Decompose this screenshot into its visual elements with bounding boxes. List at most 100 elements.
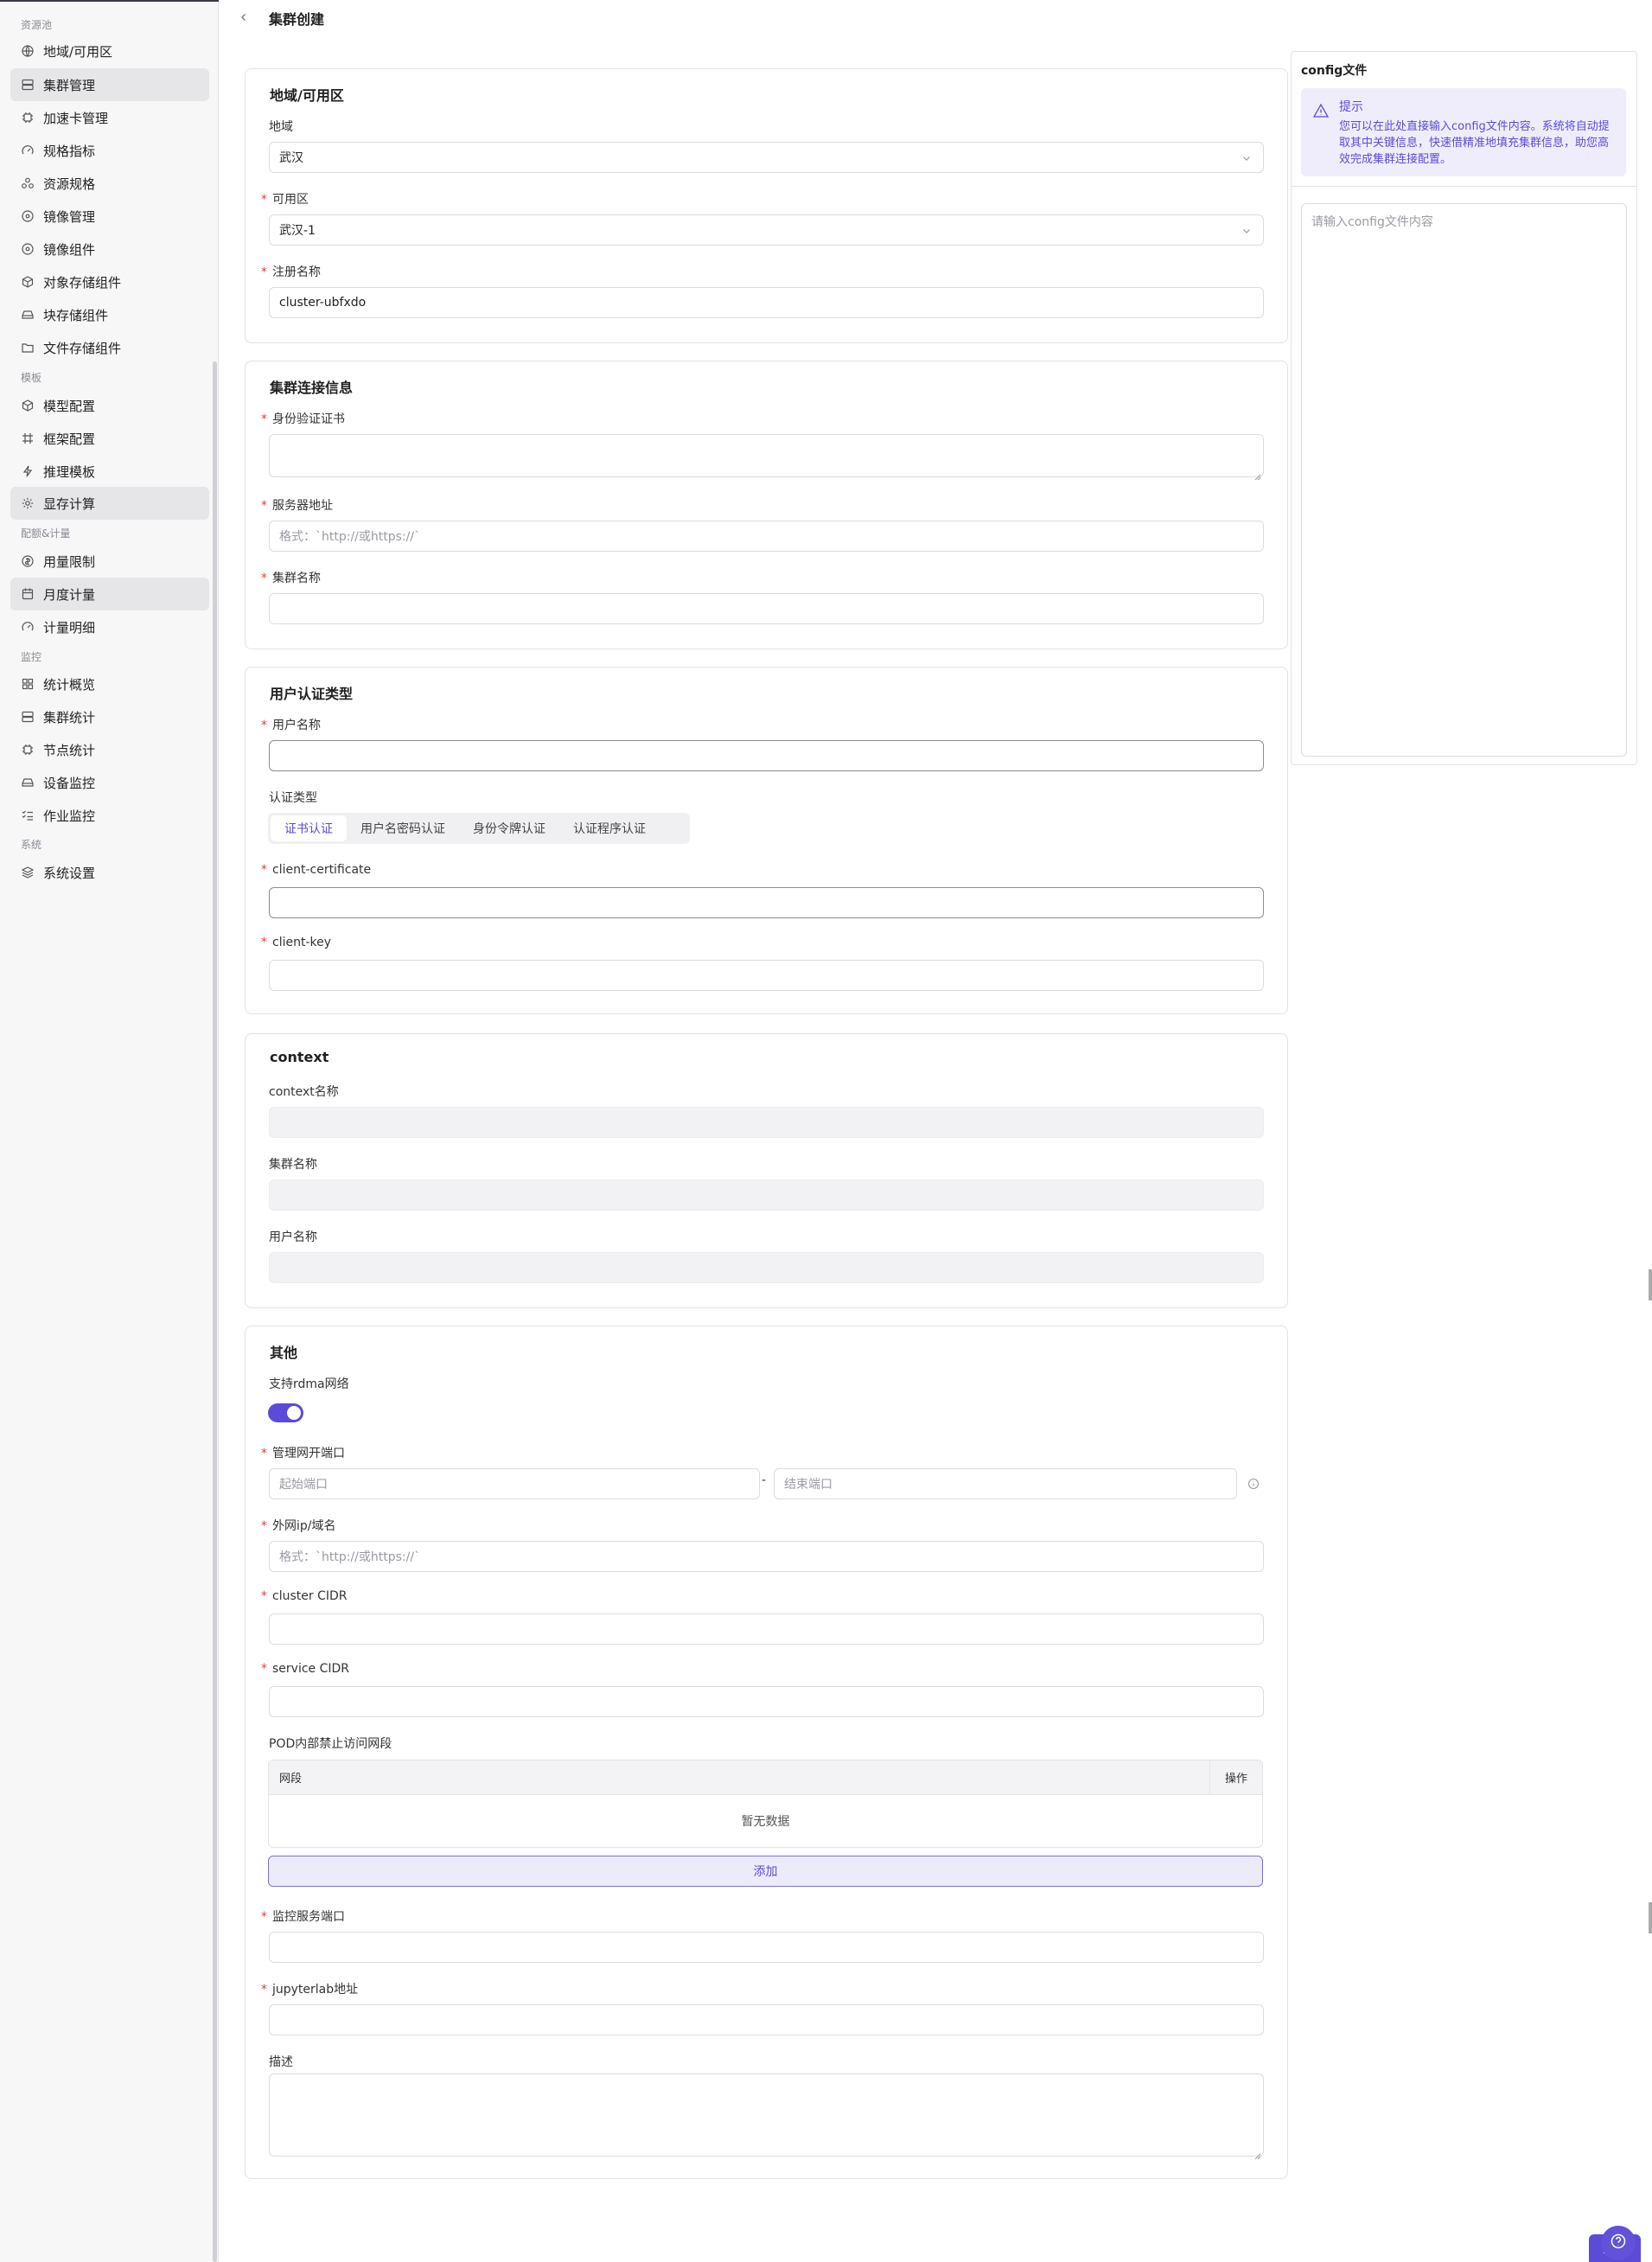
sidebar-item-usage-limit[interactable]: 用量限制 bbox=[10, 545, 209, 578]
disc-icon bbox=[21, 242, 35, 256]
monitor-port-label-text: 监控服务端口 bbox=[272, 1910, 345, 1924]
sidebar-item-vram-calc[interactable]: 显存计算 bbox=[10, 487, 209, 520]
sidebar-item-node-stats[interactable]: 节点统计 bbox=[10, 733, 209, 766]
table-header-action: 操作 bbox=[1224, 1773, 1247, 1786]
tab-exec-auth[interactable]: 认证程序认证 bbox=[559, 815, 660, 841]
sidebar-item-metering-detail[interactable]: 计量明细 bbox=[10, 610, 209, 643]
sidebar-item-job-monitor[interactable]: 作业监控 bbox=[10, 799, 209, 832]
cert-textarea[interactable] bbox=[269, 434, 1264, 481]
tasks-icon bbox=[21, 808, 35, 822]
chevron-down-icon bbox=[1241, 152, 1253, 164]
region-select[interactable]: 武汉 bbox=[269, 142, 1264, 173]
sidebar-item-label: 资源规格 bbox=[43, 176, 96, 192]
tab-password-auth[interactable]: 用户名密码认证 bbox=[347, 815, 459, 841]
sidebar: 资源池 地域/可用区 集群管理 加速卡管理 规格指标 资源规格 镜像管理 镜像组… bbox=[0, 0, 219, 2262]
gear-icon bbox=[21, 496, 35, 510]
add-segment-button[interactable]: 添加 bbox=[268, 1856, 1263, 1887]
back-button[interactable] bbox=[235, 9, 252, 26]
sidebar-item-label: 镜像组件 bbox=[43, 241, 96, 258]
username-input[interactable] bbox=[269, 740, 1264, 771]
group-label-quota: 配额&计量 bbox=[21, 527, 71, 540]
bolt-icon bbox=[21, 464, 35, 478]
info-icon[interactable] bbox=[1247, 1477, 1260, 1490]
table-header-segment: 网段 bbox=[269, 1760, 1210, 1794]
required-mark: * bbox=[261, 1910, 267, 1924]
region-card: 地域/可用区 地域 武汉 * 可用区 武汉-1 * 注册名称 cluster-ubf… bbox=[245, 68, 1288, 343]
sidebar-item-label: 加速卡管理 bbox=[43, 110, 109, 126]
sidebar-item-label: 设备监控 bbox=[43, 775, 96, 791]
sidebar-item-label: 对象存储组件 bbox=[43, 274, 122, 291]
cube-icon bbox=[21, 275, 35, 289]
cluster-name-input[interactable] bbox=[269, 593, 1264, 624]
config-file-placeholder: 请输入config文件内容 bbox=[1311, 215, 1433, 229]
rdma-toggle[interactable] bbox=[268, 1403, 303, 1422]
cluster-cidr-input[interactable] bbox=[269, 1613, 1264, 1645]
cert-label-text: 身份验证证书 bbox=[272, 412, 345, 426]
registration-name-input[interactable]: cluster-ubfxdo bbox=[269, 287, 1264, 318]
sidebar-item-cluster-management[interactable]: 集群管理 bbox=[10, 68, 209, 101]
connection-card: 集群连接信息 * 身份验证证书 * 服务器地址 格式：`http://或https:… bbox=[245, 361, 1288, 649]
zone-select[interactable]: 武汉-1 bbox=[269, 214, 1264, 246]
description-textarea[interactable] bbox=[269, 2074, 1264, 2160]
sidebar-item-monthly-metering[interactable]: 月度计量 bbox=[10, 578, 209, 610]
required-mark: * bbox=[261, 499, 267, 513]
config-tip-title: 提示 bbox=[1339, 100, 1363, 114]
chip-icon bbox=[21, 743, 35, 757]
jupyterlab-input[interactable] bbox=[269, 2004, 1264, 2035]
external-address-placeholder: 格式：`http://或https://` bbox=[279, 1550, 421, 1564]
sidebar-item-accelerator[interactable]: 加速卡管理 bbox=[10, 101, 209, 134]
sidebar-item-image-management[interactable]: 镜像管理 bbox=[10, 200, 209, 233]
sidebar-item-spec-metrics[interactable]: 规格指标 bbox=[10, 134, 209, 167]
context-user-name-label: 用户名称 bbox=[269, 1230, 317, 1244]
start-port-input[interactable]: 起始端口 bbox=[269, 1468, 760, 1499]
zone-label: * 可用区 bbox=[261, 190, 309, 208]
auth-type-segmented: 证书认证 用户名密码认证 身份令牌认证 认证程序认证 bbox=[268, 813, 690, 844]
help-button[interactable] bbox=[1601, 2226, 1636, 2260]
context-user-name-input bbox=[269, 1252, 1264, 1283]
external-address-input[interactable]: 格式：`http://或https://` bbox=[269, 1541, 1264, 1572]
other-card: 其他 支持rdma网络 * 管理网开端口 起始端口 结束端口 * 外网ip/域名 格… bbox=[245, 1326, 1288, 2179]
sidebar-item-framework-config[interactable]: 框架配置 bbox=[10, 422, 209, 455]
resource-icon bbox=[21, 176, 35, 190]
frame-icon bbox=[21, 431, 35, 445]
resize-handle-icon[interactable] bbox=[1254, 2147, 1261, 2160]
sidebar-scrollbar[interactable] bbox=[213, 361, 217, 2262]
config-file-textarea[interactable]: 请输入config文件内容 bbox=[1301, 203, 1627, 757]
resize-handle-icon[interactable] bbox=[1254, 468, 1261, 481]
sidebar-item-stats-overview[interactable]: 统计概览 bbox=[10, 668, 209, 700]
required-mark: * bbox=[261, 1983, 267, 1997]
pod-blocked-label: POD内部禁止访问网段 bbox=[269, 1737, 392, 1751]
sidebar-item-file-storage[interactable]: 文件存储组件 bbox=[10, 331, 209, 364]
tab-cert-auth[interactable]: 证书认证 bbox=[271, 815, 347, 841]
disc-icon bbox=[21, 209, 35, 223]
client-cert-input[interactable] bbox=[269, 887, 1264, 918]
sidebar-item-resource-spec[interactable]: 资源规格 bbox=[10, 167, 209, 200]
config-file-panel: config文件 提示 您可以在此处直接输入config文件内容。系统将自动提取… bbox=[1291, 51, 1637, 765]
region-card-title: 地域/可用区 bbox=[270, 87, 344, 104]
external-address-label: * 外网ip/域名 bbox=[261, 1517, 336, 1534]
page-edge-mark bbox=[1649, 1902, 1652, 1933]
client-key-input[interactable] bbox=[269, 960, 1264, 991]
end-port-input[interactable]: 结束端口 bbox=[774, 1468, 1237, 1499]
tab-token-auth[interactable]: 身份令牌认证 bbox=[459, 815, 559, 841]
auth-type-label: 认证类型 bbox=[269, 791, 317, 805]
sidebar-item-image-components[interactable]: 镜像组件 bbox=[10, 233, 209, 265]
monitor-port-input[interactable] bbox=[269, 1932, 1264, 1963]
sidebar-item-system-settings[interactable]: 系统设置 bbox=[10, 856, 209, 889]
service-cidr-input[interactable] bbox=[269, 1686, 1264, 1717]
sidebar-item-region[interactable]: 地域/可用区 bbox=[10, 35, 209, 67]
username-label: * 用户名称 bbox=[261, 716, 321, 733]
cluster-cidr-label-text: cluster CIDR bbox=[272, 1589, 348, 1603]
sidebar-item-inference-template[interactable]: 推理模板 bbox=[10, 455, 209, 488]
server-address-label: * 服务器地址 bbox=[261, 496, 333, 514]
sidebar-item-model-config[interactable]: 模型配置 bbox=[10, 389, 209, 422]
folder-icon bbox=[21, 341, 35, 355]
sidebar-item-block-storage[interactable]: 块存储组件 bbox=[10, 298, 209, 331]
required-mark: * bbox=[261, 572, 267, 585]
sidebar-item-object-storage[interactable]: 对象存储组件 bbox=[10, 265, 209, 298]
client-cert-label-text: client-certificate bbox=[272, 863, 372, 877]
server-address-input[interactable]: 格式：`http://或https://` bbox=[269, 521, 1264, 552]
sidebar-item-cluster-stats[interactable]: 集群统计 bbox=[10, 700, 209, 733]
sidebar-item-label: 月度计量 bbox=[43, 586, 96, 603]
sidebar-item-device-monitor[interactable]: 设备监控 bbox=[10, 766, 209, 799]
